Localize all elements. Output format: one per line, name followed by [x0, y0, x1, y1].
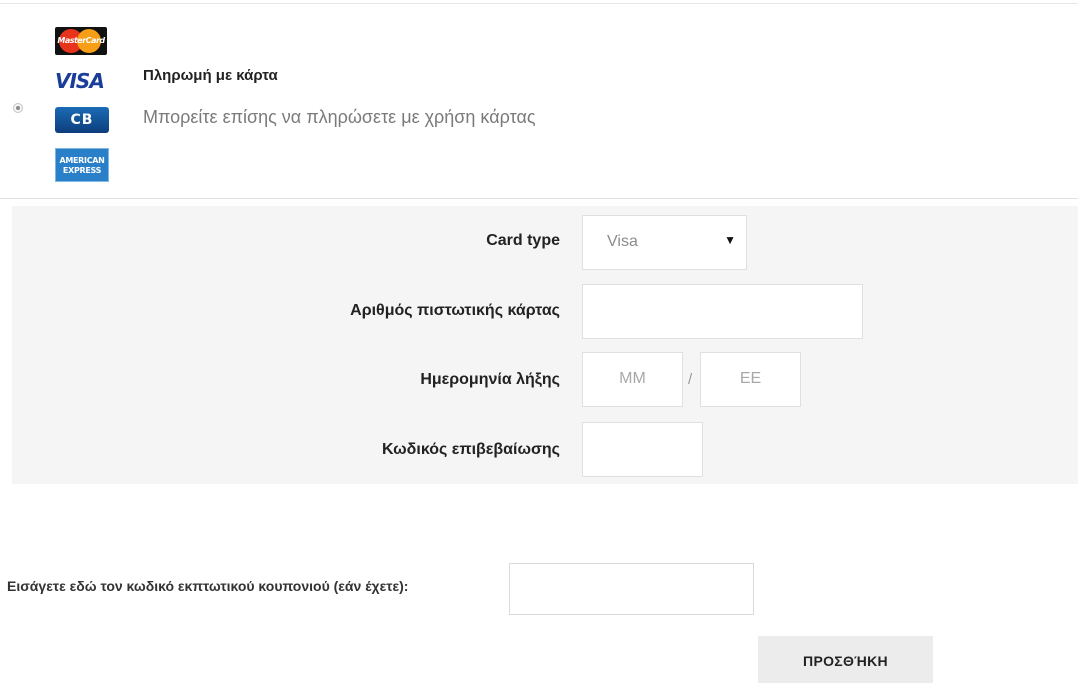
cb-logo-text: CB	[70, 112, 94, 128]
card-form-panel: Card type Visa ▼ Αριθμός πιστωτικής κάρτ…	[12, 206, 1078, 484]
checkout-payment-page: MasterCard VISA CB AMERICAN EXPRESS Πληρ…	[0, 0, 1078, 683]
expiry-date-label: Ημερομηνία λήξης	[420, 371, 560, 388]
card-type-select[interactable]: Visa ▼	[582, 215, 747, 270]
expiry-month-placeholder: MM	[619, 370, 646, 387]
top-divider	[0, 3, 1078, 4]
coupon-code-input[interactable]	[509, 563, 754, 615]
expiry-year-input[interactable]: ΕΕ	[700, 352, 801, 407]
radio-selected-dot	[16, 106, 20, 110]
cvv-label: Κωδικός επιβεβαίωσης	[381, 441, 560, 458]
expiry-separator: /	[688, 371, 693, 388]
chevron-down-icon: ▼	[724, 233, 736, 247]
amex-logo-text-line1: AMERICAN	[59, 156, 105, 165]
add-coupon-button[interactable]: ΠΡΟΣΘΉΚΗ	[758, 636, 933, 683]
amex-logo-text-line2: EXPRESS	[62, 166, 102, 175]
payment-option-title: Πληρωμή με κάρτα	[143, 67, 278, 84]
card-number-input[interactable]	[582, 284, 863, 339]
mastercard-logo-text: MasterCard	[57, 36, 105, 45]
card-number-label: Αριθμός πιστωτικής κάρτας	[350, 302, 560, 319]
cvv-input[interactable]	[582, 422, 703, 477]
payment-option-description: Μπορείτε επίσης να πληρώσετε με χρήση κά…	[143, 107, 536, 127]
coupon-label: Εισάγετε εδώ τον κωδικό εκπτωτικού κουπο…	[7, 578, 409, 594]
mastercard-logo-icon: MasterCard	[55, 27, 107, 55]
payment-option-radio[interactable]	[13, 103, 23, 113]
expiry-month-input[interactable]: MM	[582, 352, 683, 407]
card-type-selected-value: Visa	[607, 233, 638, 250]
card-type-label: Card type	[486, 232, 560, 249]
american-express-logo-icon: AMERICAN EXPRESS	[55, 148, 109, 182]
expiry-year-placeholder: ΕΕ	[739, 370, 762, 387]
visa-logo-icon: VISA	[55, 69, 105, 93]
cb-logo-icon: CB	[55, 107, 109, 133]
section-divider	[0, 198, 1078, 199]
